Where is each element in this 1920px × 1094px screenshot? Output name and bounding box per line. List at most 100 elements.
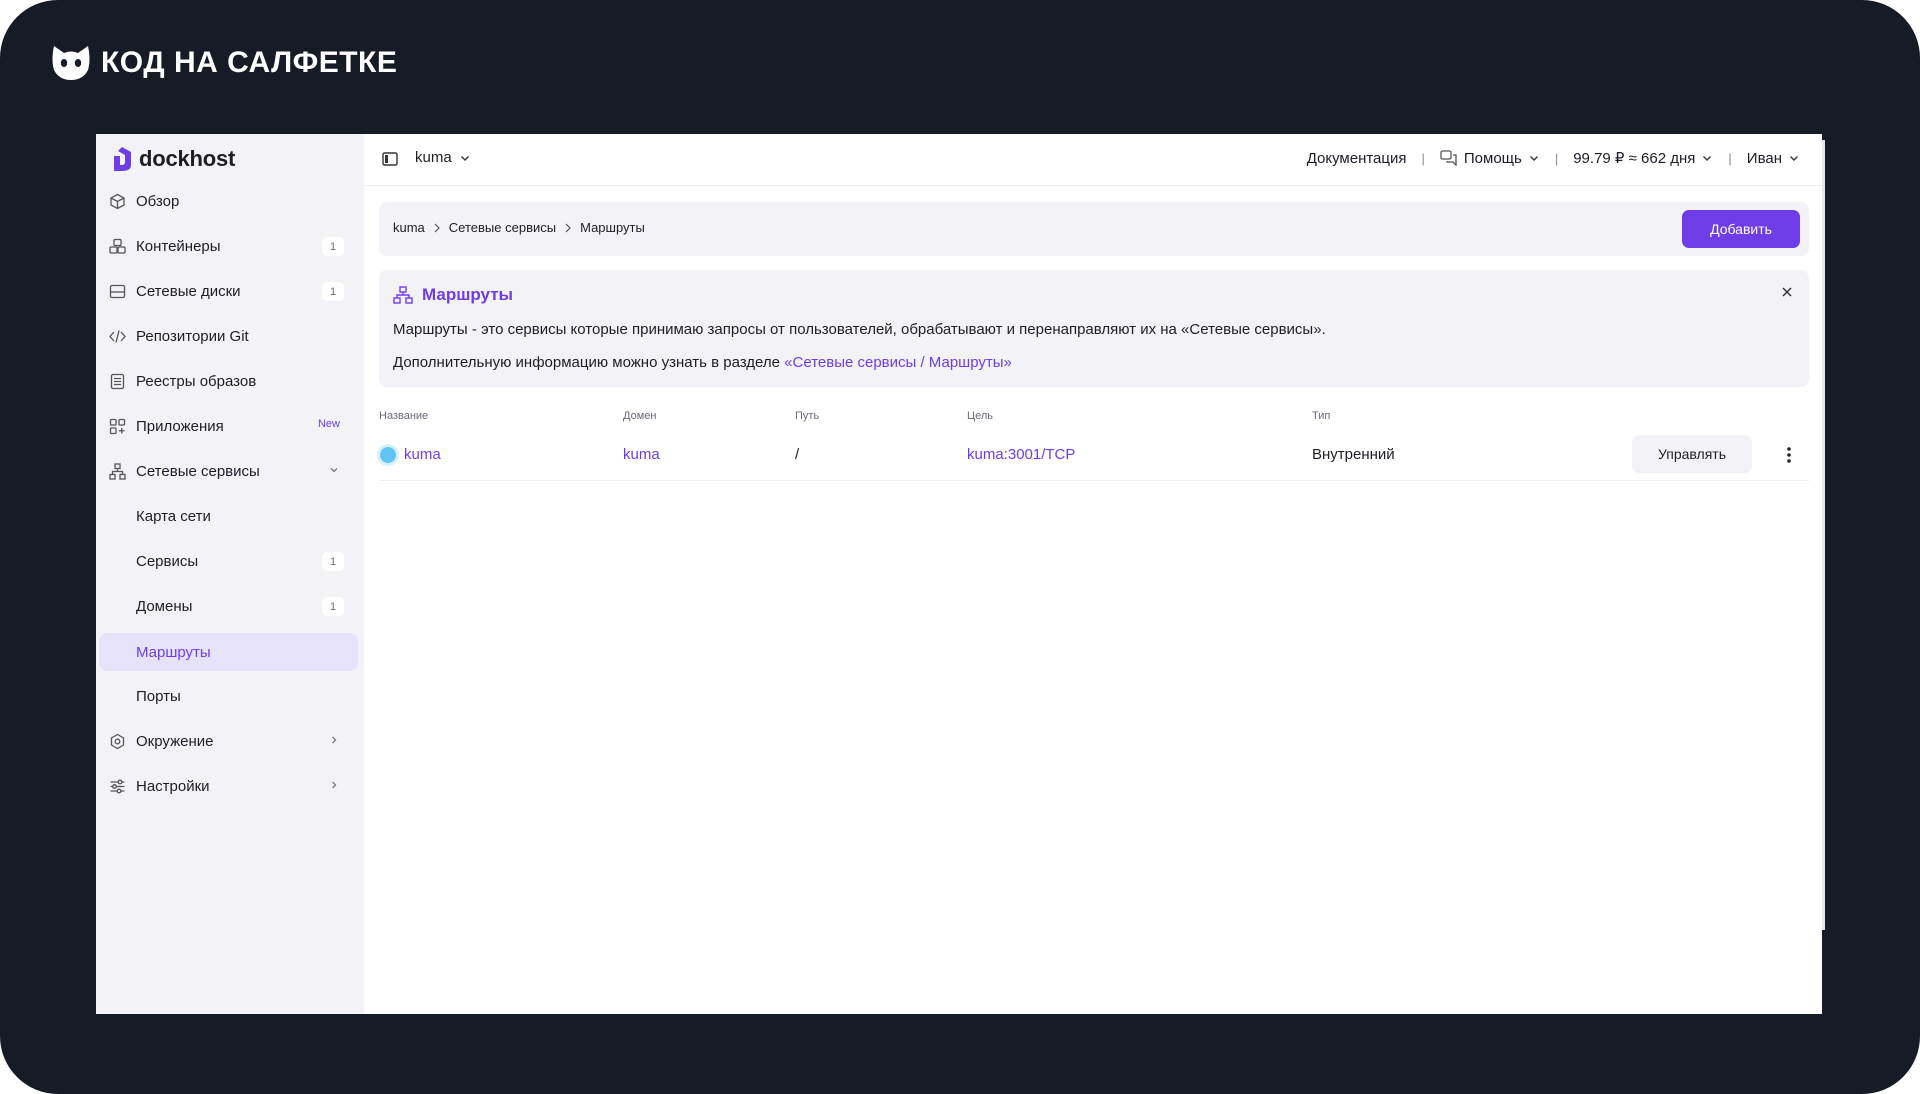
route-type: Внутренний [1312,446,1395,463]
sidebar-item-label: Маршруты [136,643,211,661]
chevron-down-icon [460,155,469,161]
app-logo[interactable]: dockhost [111,146,235,172]
sidebar-item-label: Репозитории Git [136,328,249,345]
breadcrumb-item[interactable]: Сетевые сервисы [449,220,556,235]
close-icon[interactable] [1781,286,1793,298]
help-label: Помощь [1463,149,1522,167]
routes-table: Название Домен Путь Цель Тип kuma kuma /… [379,410,1809,490]
help-dropdown[interactable]: Помощь [1440,150,1540,167]
network-icon [109,463,126,480]
route-domain-link[interactable]: kuma [623,446,660,463]
brand-title: КОД НА САЛФЕТКЕ [101,46,398,79]
project-selector[interactable]: kuma [415,149,471,166]
sidebar-item-routes[interactable]: Маршруты [99,633,358,671]
chevron-right-icon [332,736,337,744]
chat-icon [1440,150,1457,166]
route-path: / [795,446,800,463]
status-indicator [380,447,396,463]
breadcrumb-item[interactable]: kuma [393,220,425,235]
count-badge: 1 [322,282,344,301]
registry-icon [110,373,125,390]
sidebar-item-domains[interactable]: Домены 1 [96,584,364,629]
balance-label: 99.79 ₽ ≈ 662 дня [1573,150,1696,167]
column-header: Домен [623,410,657,422]
sidebar-item-label: Обзор [136,193,180,210]
sidebar-item-label: Сервисы [136,553,199,570]
sidebar-toggle-icon[interactable] [382,152,398,166]
info-description: Маршруты - это сервисы которые принимаю … [393,321,1326,338]
column-header: Название [379,410,429,422]
project-name: kuma [415,149,452,166]
sidebar-item-label: Реестры образов [136,373,257,390]
sidebar-item-git[interactable]: Репозитории Git [96,314,364,359]
user-dropdown[interactable]: Иван [1747,150,1800,167]
sidebar-item-disks[interactable]: Сетевые диски 1 [96,269,364,314]
apps-icon [109,418,126,435]
sidebar: dockhost Обзор Контейнеры 1 Сетевые диск… [96,134,364,1014]
divider: | [1728,150,1732,166]
sidebar-item-ports[interactable]: Порты [96,674,364,719]
topbar: kuma Документация | Помощь | 99.79 ₽ ≈ 6… [364,134,1822,186]
info-panel: Маршруты Маршруты - это сервисы которые … [379,270,1809,387]
info-header: Маршруты [393,285,513,305]
chevron-down-icon [1703,156,1712,161]
new-badge: New [317,418,340,430]
sidebar-item-label: Домены [136,598,193,615]
table-row: kuma kuma / kuma:3001/TCP Внутренний Упр… [379,428,1809,481]
breadcrumb-bar: kuma Сетевые сервисы Маршруты Добавить [379,202,1809,256]
route-target-link[interactable]: kuma:3001/TCP [967,446,1075,463]
sidebar-item-label: Настройки [136,778,210,795]
column-header: Путь [795,410,820,422]
balance-dropdown[interactable]: 99.79 ₽ ≈ 662 дня [1573,149,1713,167]
breadcrumb: kuma Сетевые сервисы Маршруты [393,220,645,235]
cube-icon [110,193,125,210]
docs-link[interactable]: Документация [1307,150,1407,167]
sidebar-item-environment[interactable]: Окружение [96,719,364,764]
chevron-down-icon [1790,156,1798,161]
containers-icon [109,238,126,254]
count-badge: 1 [322,597,344,616]
chevron-right-icon [565,223,571,232]
sidebar-item-network-map[interactable]: Карта сети [96,494,364,539]
column-header: Цель [967,410,994,422]
sidebar-item-label: Карта сети [136,508,211,525]
route-name-link[interactable]: kuma [404,446,441,463]
sidebar-item-settings[interactable]: Настройки [96,764,364,809]
chevron-right-icon [434,223,440,232]
sidebar-item-network-services[interactable]: Сетевые сервисы [96,449,364,494]
manage-button[interactable]: Управлять [1632,435,1752,473]
info-title: Маршруты [422,285,514,304]
sidebar-item-label: Контейнеры [136,238,221,255]
sidebar-item-overview[interactable]: Обзор [96,179,364,224]
cat-logo-icon [52,46,90,80]
network-icon [393,286,413,304]
sidebar-nav: Обзор Контейнеры 1 Сетевые диски 1 Репоз… [96,179,364,809]
chevron-right-icon [332,781,337,789]
count-badge: 1 [322,552,344,571]
main-content: kuma Сетевые сервисы Маршруты Добавить М… [379,202,1809,490]
outer-frame: КОД НА САЛФЕТКЕ dockhost Обзор Контейнер… [0,0,1920,1094]
disk-icon [109,284,126,299]
scrollbar[interactable] [1822,140,1825,930]
sliders-icon [110,779,125,794]
code-icon [109,330,126,343]
sidebar-item-containers[interactable]: Контейнеры 1 [96,224,364,269]
sidebar-item-services[interactable]: Сервисы 1 [96,539,364,584]
count-badge: 1 [322,237,344,256]
sidebar-item-label: Окружение [136,733,214,750]
sidebar-item-registries[interactable]: Реестры образов [96,359,364,404]
more-vertical-icon[interactable] [1779,444,1799,466]
app-window: dockhost Обзор Контейнеры 1 Сетевые диск… [96,134,1822,1014]
sidebar-item-apps[interactable]: Приложения New [96,404,364,449]
logo-text: dockhost [139,146,236,171]
divider: | [1421,150,1425,166]
sidebar-item-label: Приложения [136,418,224,435]
column-header: Тип [1312,410,1331,422]
add-button[interactable]: Добавить [1682,210,1800,248]
docs-section-link[interactable]: «Сетевые сервисы / Маршруты» [784,354,1012,371]
sidebar-item-label: Сетевые диски [136,283,241,300]
topbar-actions: Документация | Помощь | 99.79 ₽ ≈ 662 дн… [1307,149,1800,167]
brand-header: КОД НА САЛФЕТКЕ [51,44,397,82]
sidebar-item-label: Порты [136,688,181,705]
info-more-text: Дополнительную информацию можно узнать в… [393,354,785,371]
